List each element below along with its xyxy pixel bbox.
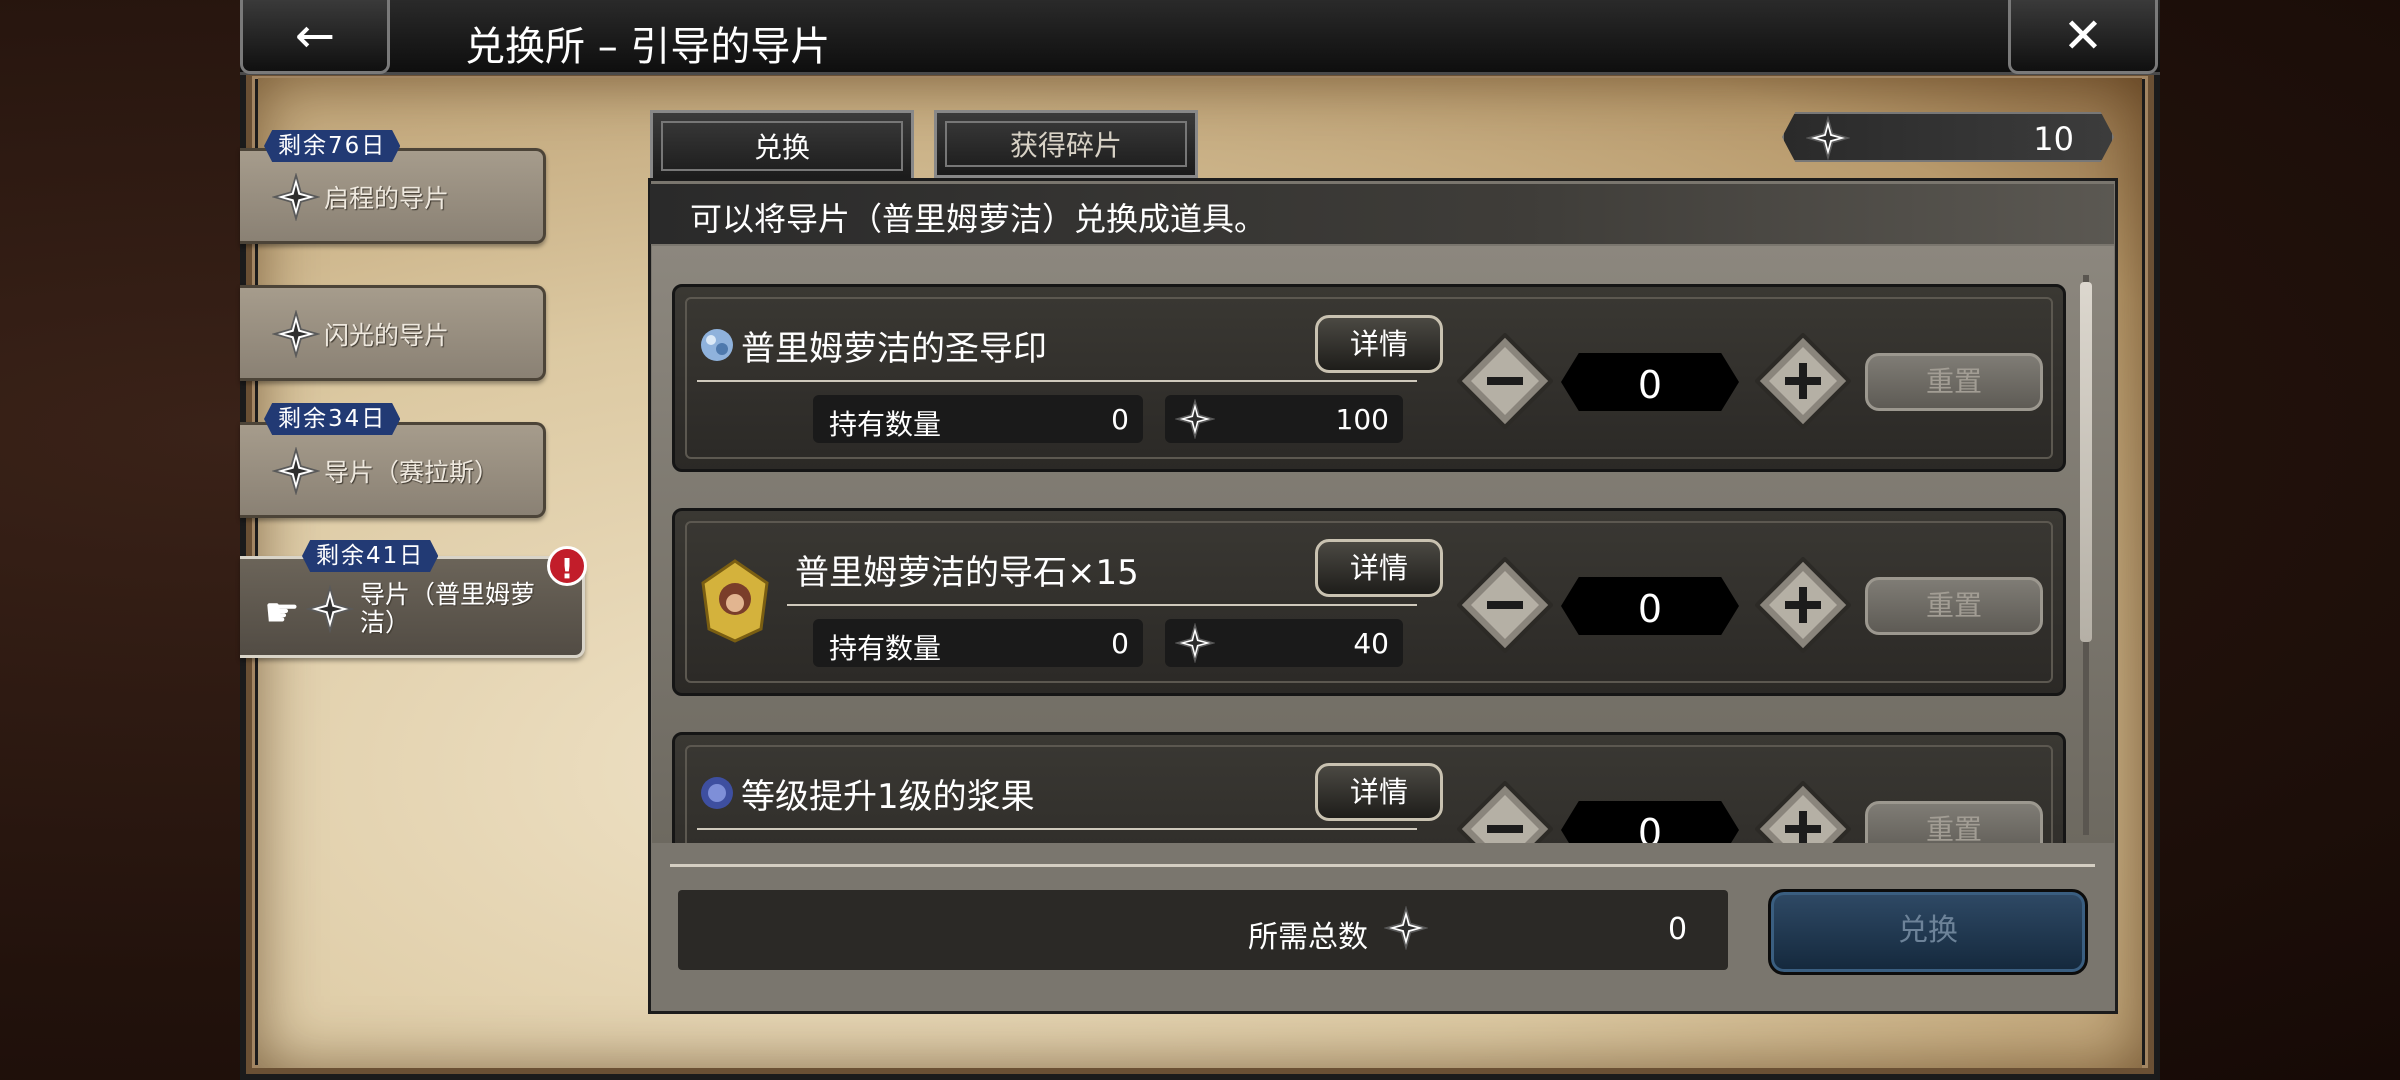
list-item: 普里姆萝洁的圣导印 详情 持有数量 0 100 0 重置 [672,284,2066,472]
pointing-hand-icon: ☛ [264,590,300,636]
sparkle-icon [272,447,320,495]
sparkle-icon [272,173,320,221]
list-item: 普里姆萝洁的导石×15 详情 持有数量 0 40 0 重置 [672,508,2066,696]
footer-divider [670,864,2095,867]
sparkle-icon [1175,623,1215,663]
plus-button[interactable] [1755,557,1851,653]
sparkle-icon [306,585,354,633]
cost-value: 40 [1353,627,1389,660]
exchange-button[interactable]: 兑换 [1768,889,2088,975]
minus-button[interactable] [1457,333,1553,429]
sidebar-item-silas[interactable]: 导片（赛拉斯） [240,422,546,518]
sparkle-icon [1384,906,1428,950]
divider-line [787,604,1417,606]
currency-value: 10 [2033,120,2074,158]
guide-stone-icon [701,559,769,643]
item-name: 普里姆萝洁的导石×15 [795,553,1139,593]
item-list[interactable]: 普里姆萝洁的圣导印 详情 持有数量 0 100 0 重置 普里姆萝洁的导石×15… [652,246,2114,843]
days-remaining-badge: 剩余34日 [264,403,401,435]
detail-button[interactable]: 详情 [1315,315,1443,373]
item-name: 等级提升1级的浆果 [741,777,1035,817]
berry-icon [701,777,733,809]
cost-display: 100 [1165,395,1403,443]
item-name: 普里姆萝洁的圣导印 [741,329,1047,369]
close-button[interactable]: ✕ [2008,0,2158,74]
back-button[interactable]: ← [240,0,390,74]
detail-button[interactable]: 详情 [1315,763,1443,821]
total-label: 所需总数 [1248,920,1368,955]
sidebar-item-label: 闪光的导片 [324,321,450,350]
owned-value: 0 [1111,627,1129,660]
cost-value: 100 [1335,403,1389,436]
days-remaining-badge: 剩余76日 [264,130,401,162]
scrollbar-thumb[interactable] [2080,282,2092,642]
currency-display: 10 [1782,112,2114,162]
minus-button[interactable] [1457,781,1553,843]
owned-quantity: 持有数量 0 [813,395,1143,443]
reset-button[interactable]: 重置 [1865,353,2043,411]
plus-button[interactable] [1755,781,1851,843]
quantity-value: 0 [1561,801,1739,843]
sidebar-item-label: 启程的导片 [324,184,450,213]
list-item: 等级提升1级的浆果 详情 0 重置 [672,732,2066,843]
page-title: 兑换所 – 引导的导片 [465,24,831,70]
tab-label: 兑换 [753,131,810,164]
sparkle-icon [1175,399,1215,439]
back-arrow-icon: ← [294,7,336,64]
sidebar-item-label: 导片（普里姆萝洁） [360,580,536,637]
minus-button[interactable] [1457,557,1553,653]
owned-value: 0 [1111,403,1129,436]
reset-button[interactable]: 重置 [1865,577,2043,635]
sparkle-icon [1806,116,1850,160]
detail-button[interactable]: 详情 [1315,539,1443,597]
total-bar [678,890,1728,970]
days-remaining-badge: 剩余41日 [302,540,439,572]
reset-button[interactable]: 重置 [1865,801,2043,843]
plus-button[interactable] [1755,333,1851,429]
total-value: 0 [1668,912,1688,947]
description-text: 可以将导片（普里姆萝洁）兑换成道具。 [690,200,1267,238]
owned-label: 持有数量 [829,408,942,441]
quantity-value: 0 [1561,577,1739,635]
tab-get-fragments[interactable]: 获得碎片 [934,110,1198,178]
alert-badge: ! [547,546,587,586]
tab-exchange[interactable]: 兑换 [650,110,914,182]
sidebar-item-flash[interactable]: 闪光的导片 [240,285,546,381]
tab-label: 获得碎片 [1009,129,1122,162]
sidebar-item-departure[interactable]: 启程的导片 [240,148,546,244]
close-icon: ✕ [2062,7,2104,64]
quantity-value: 0 [1561,353,1739,411]
seal-icon [701,329,733,361]
owned-label: 持有数量 [829,632,942,665]
sidebar-item-label: 导片（赛拉斯） [324,458,500,487]
divider-line [697,380,1417,382]
cost-display: 40 [1165,619,1403,667]
sparkle-icon [272,310,320,358]
divider-line [697,828,1417,830]
owned-quantity: 持有数量 0 [813,619,1143,667]
